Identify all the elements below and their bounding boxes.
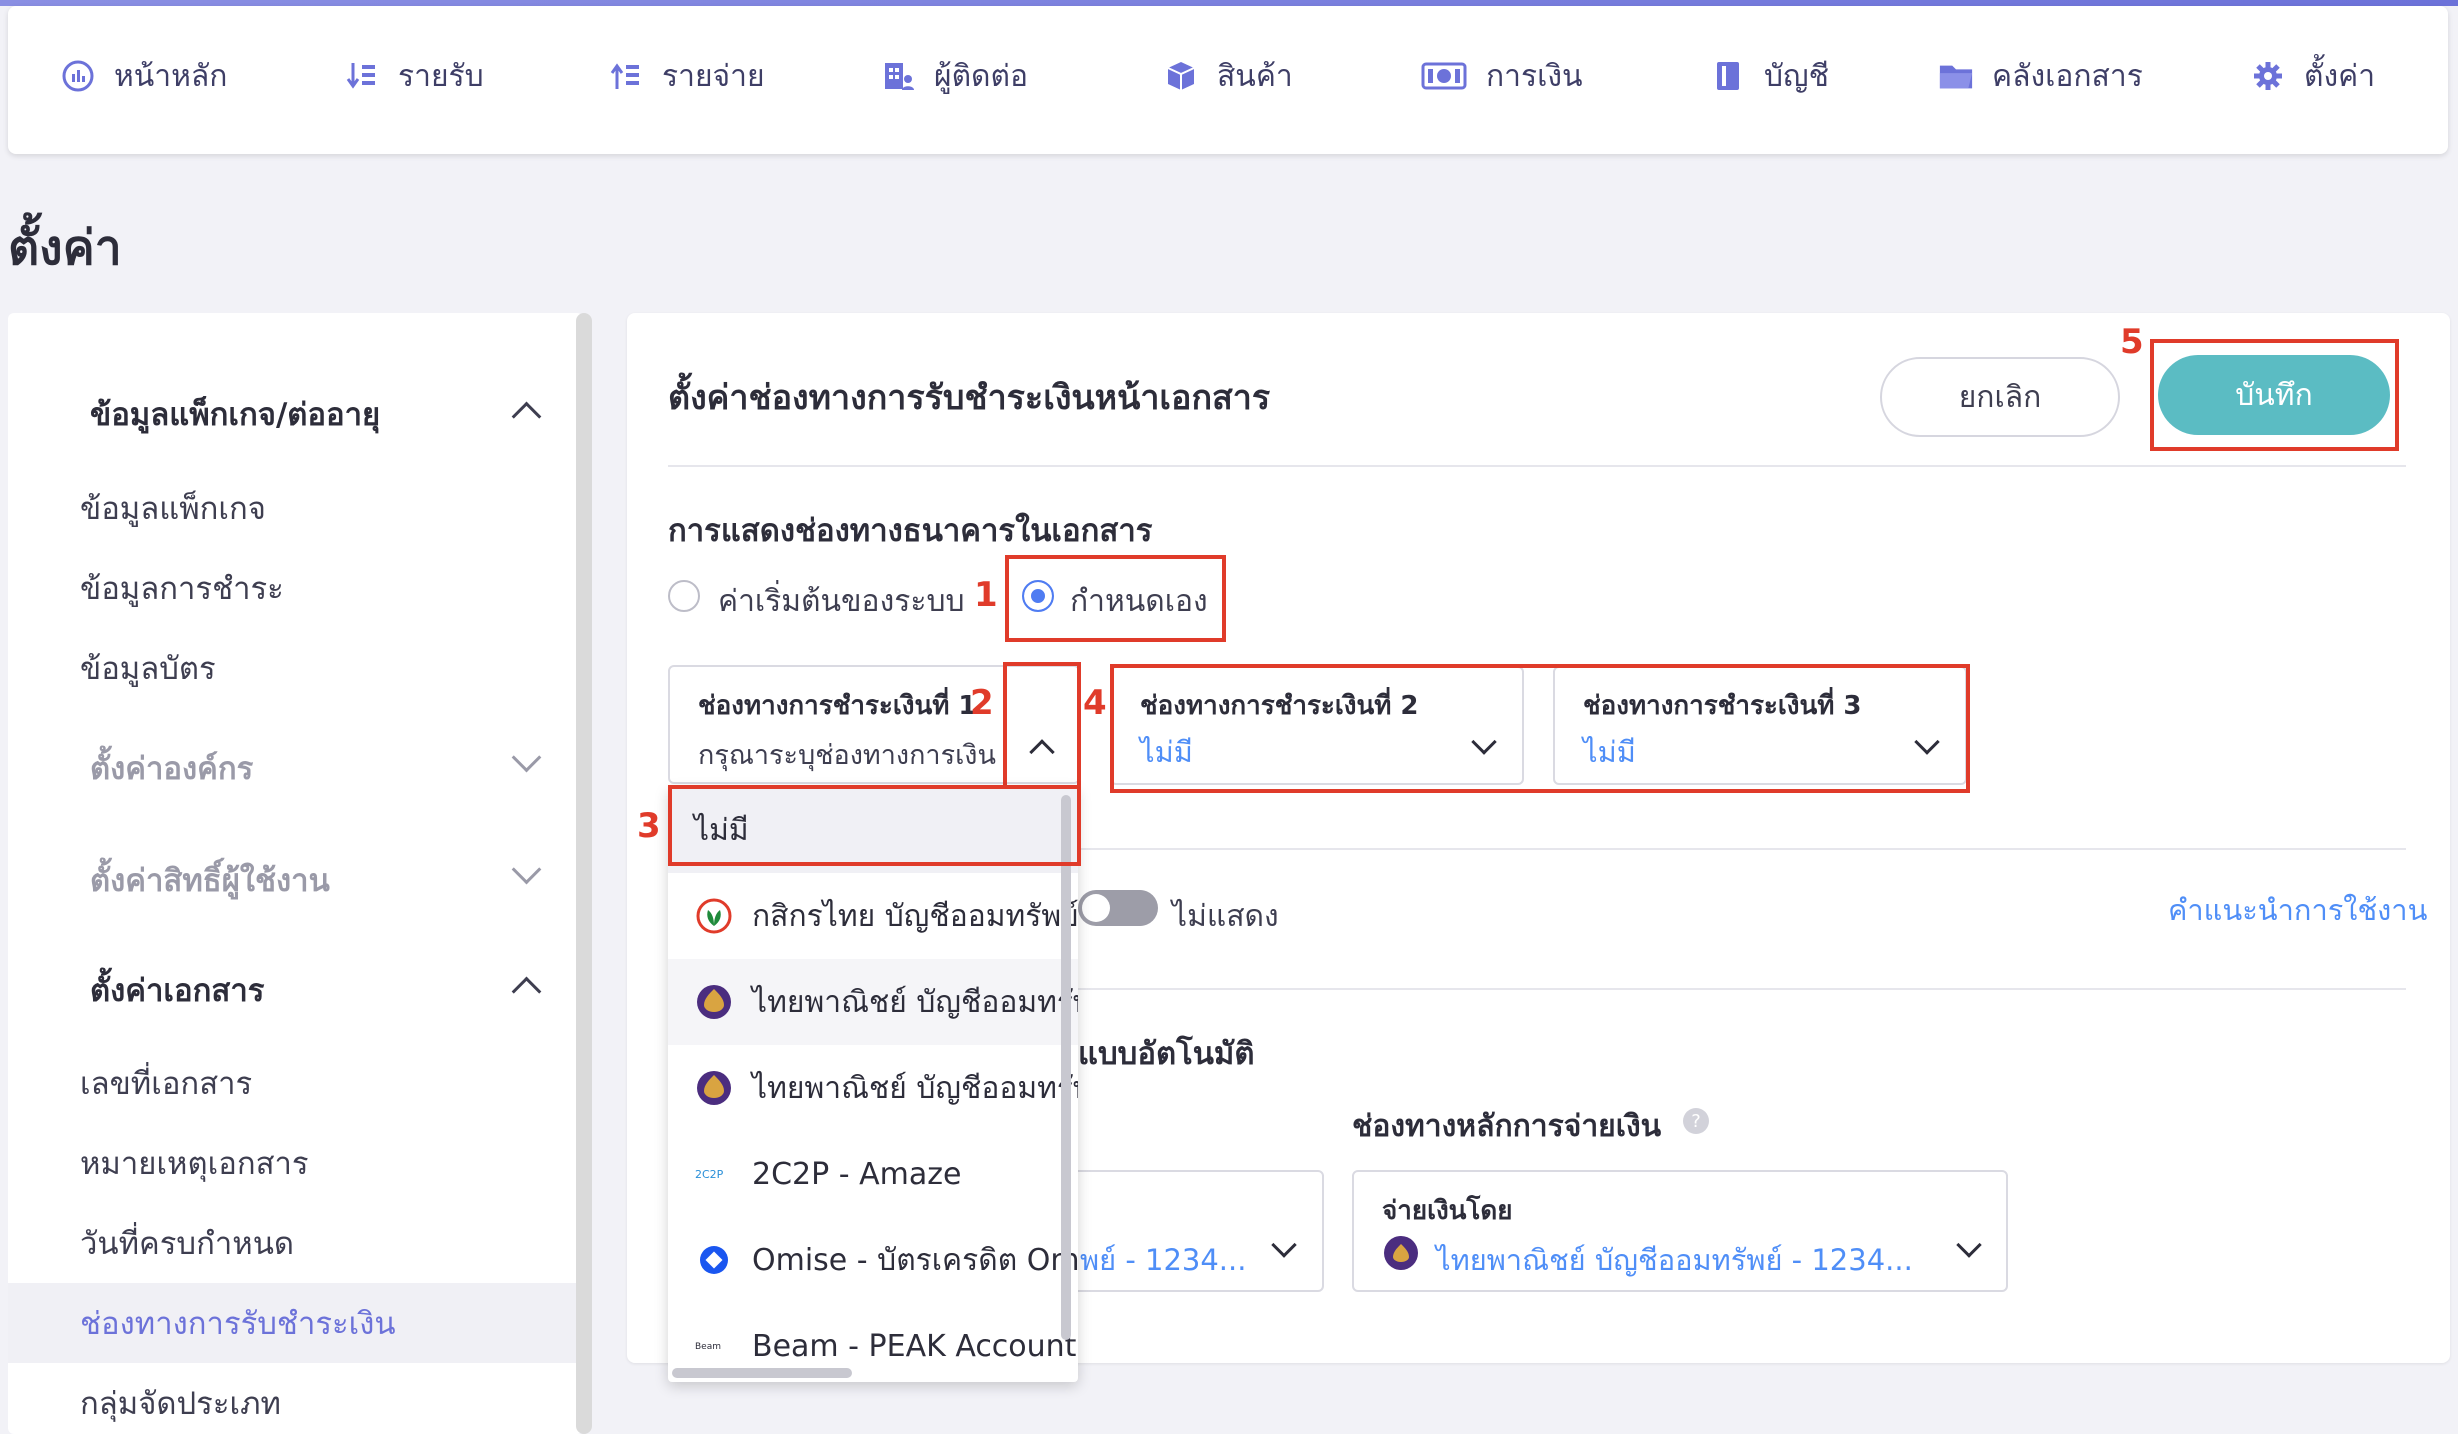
sidebar-item-due-date[interactable]: วันที่ครบกำหนด: [80, 1218, 294, 1268]
sidebar-item-payment-info[interactable]: ข้อมูลการชำระ: [80, 563, 284, 613]
dropdown-option[interactable]: 2C2P 2C2P - Amaze: [668, 1131, 1078, 1217]
nav-label: หน้าหลัก: [114, 58, 228, 94]
radio-custom[interactable]: [1022, 580, 1054, 612]
annotation-number-2: 2: [970, 683, 994, 723]
sidebar-section-organization[interactable]: ตั้งค่าองค์กร: [90, 743, 253, 793]
pay-by-label: จ่ายเงินโดย: [1382, 1196, 1513, 1226]
scb-logo-icon: [694, 982, 734, 1022]
nav-label: คลังเอกสาร: [1992, 58, 2143, 94]
option-label: ไทยพาณิชย์ บัญชีออมทรัพย์: [752, 1070, 1078, 1106]
contacts-icon: [880, 58, 916, 94]
dropdown-scrollbar[interactable]: [1061, 795, 1071, 1340]
annotation-number-4: 4: [1083, 683, 1107, 723]
beam-logo-icon: Beam: [694, 1326, 734, 1366]
chevron-down-icon[interactable]: [511, 742, 542, 773]
scb-logo-icon: [694, 1068, 734, 1108]
cancel-button[interactable]: ยกเลิก: [1880, 357, 2120, 437]
radio-default-label: ค่าเริ่มต้นของระบบ: [718, 584, 965, 619]
nav-item-expense[interactable]: รายจ่าย: [608, 48, 765, 104]
sidebar-scrollbar[interactable]: [576, 313, 592, 1434]
annotation-box-3: [668, 785, 1081, 866]
nav-item-contacts[interactable]: ผู้ติดต่อ: [880, 48, 1028, 104]
dropdown-option[interactable]: กสิกรไทย บัญชีออมทรัพย์: [668, 873, 1078, 959]
nav-label: รายจ่าย: [662, 58, 765, 94]
panel-title: ตั้งค่าช่องทางการรับชำระเงินหน้าเอกสาร: [668, 378, 1271, 418]
dropdown-option[interactable]: ไทยพาณิชย์ บัญชีออมทรัพย์: [668, 1045, 1078, 1131]
nav-item-finance[interactable]: การเงิน: [1420, 48, 1583, 104]
nav-label: ผู้ติดต่อ: [934, 58, 1029, 94]
main-pay-channel-label: ช่องทางหลักการจ่ายเงิน: [1352, 1109, 1662, 1144]
divider: [1078, 848, 2406, 850]
sidebar-section-documents[interactable]: ตั้งค่าเอกสาร: [90, 965, 264, 1015]
dropdown-horizontal-scrollbar[interactable]: [672, 1368, 852, 1378]
folder-icon: [1938, 58, 1974, 94]
annotation-box-4: [1110, 664, 1970, 793]
dashboard-icon: [60, 58, 96, 94]
help-circle-icon[interactable]: ?: [1683, 1108, 1709, 1134]
divider: [668, 465, 2406, 467]
omise-logo-icon: [694, 1240, 734, 1280]
sidebar-section-permissions[interactable]: ตั้งค่าสิทธิ์ผู้ใช้งาน: [90, 855, 330, 905]
auto-section-title: แบบอัตโนมัติ: [1078, 1036, 1255, 1072]
option-label: Omise - บัตรเครดิต Omise: [752, 1242, 1078, 1278]
toggle-label: ไม่แสดง: [1172, 899, 1279, 934]
chevron-up-icon[interactable]: [511, 976, 542, 1007]
option-label: 2C2P - Amaze: [752, 1156, 962, 1192]
dropdown-option[interactable]: ไทยพาณิชย์ บัญชีออมทรัพย์: [668, 959, 1078, 1045]
nav-label: การเงิน: [1486, 58, 1583, 94]
gear-icon: [2250, 58, 2286, 94]
channel-1-value: กรุณาระบุช่องทางการเงิน: [698, 740, 996, 771]
nav-item-home[interactable]: หน้าหลัก: [60, 48, 227, 104]
sidebar-item-category-group[interactable]: กลุ่มจัดประเภท: [80, 1378, 281, 1428]
annotation-number-1: 1: [974, 575, 998, 615]
2c2p-logo-icon: 2C2P: [694, 1154, 734, 1194]
channel-1-dropdown: ไม่มี กสิกรไทย บัญชีออมทรัพย์ ไทยพาณิชย์…: [668, 787, 1078, 1382]
svg-text:2C2P: 2C2P: [695, 1168, 724, 1181]
option-label: กสิกรไทย บัญชีออมทรัพย์: [752, 898, 1078, 934]
pay-by-value: ไทยพาณิชย์ บัญชีออมทรัพย์ - 1234...: [1436, 1243, 1913, 1277]
nav-item-income[interactable]: รายรับ: [344, 48, 484, 104]
income-icon: [344, 58, 380, 94]
toggle-knob: [1082, 894, 1110, 922]
product-box-icon: [1163, 58, 1199, 94]
chevron-up-icon[interactable]: [511, 401, 542, 432]
annotation-number-3: 3: [637, 806, 661, 846]
bank-display-title: การแสดงช่องทางธนาคารในเอกสาร: [668, 513, 1153, 549]
channel-1-label: ช่องทางการชำระเงินที่ 1: [698, 691, 977, 721]
annotation-number-5: 5: [2120, 322, 2144, 362]
expense-icon: [608, 58, 644, 94]
page-title: ตั้งค่า: [8, 220, 122, 276]
dropdown-option[interactable]: Omise - บัตรเครดิต Omise: [668, 1217, 1078, 1303]
nav-label: บัญชี: [1764, 58, 1829, 94]
nav-item-settings[interactable]: ตั้งค่า: [2250, 48, 2375, 104]
option-label: ไทยพาณิชย์ บัญชีออมทรัพย์: [752, 984, 1078, 1020]
nav-label: ตั้งค่า: [2304, 58, 2376, 94]
sidebar-section-package[interactable]: ข้อมูลแพ็กเกจ/ต่ออายุ: [90, 389, 380, 439]
nav-label: รายรับ: [398, 58, 484, 94]
sidebar-item-card-info[interactable]: ข้อมูลบัตร: [80, 643, 216, 693]
scb-logo-icon: [1384, 1236, 1418, 1270]
help-link[interactable]: คำแนะนำการใช้งาน: [2168, 887, 2427, 933]
money-icon: [1420, 58, 1468, 94]
sidebar-item-doc-number[interactable]: เลขที่เอกสาร: [80, 1058, 252, 1108]
sidebar-item-doc-remark[interactable]: หมายเหตุเอกสาร: [80, 1138, 309, 1188]
nav-item-documents[interactable]: คลังเอกสาร: [1938, 48, 2143, 104]
radio-custom-label: กำหนดเอง: [1070, 584, 1208, 619]
radio-default[interactable]: [668, 580, 700, 612]
nav-item-products[interactable]: สินค้า: [1163, 48, 1293, 104]
settings-sidebar: ข้อมูลแพ็กเกจ/ต่ออายุ ข้อมูลแพ็กเกจ ข้อม…: [8, 313, 583, 1434]
ledger-book-icon: [1710, 58, 1746, 94]
sidebar-item-package-info[interactable]: ข้อมูลแพ็กเกจ: [80, 483, 266, 533]
nav-item-accounting[interactable]: บัญชี: [1710, 48, 1829, 104]
nav-label: สินค้า: [1217, 58, 1293, 94]
annotation-box-5: [2150, 339, 2399, 451]
chevron-down-icon[interactable]: [511, 854, 542, 885]
svg-text:Beam: Beam: [695, 1342, 721, 1352]
divider: [1078, 988, 2406, 990]
kbank-logo-icon: [694, 896, 734, 936]
option-label: Beam - PEAK Account: [752, 1328, 1077, 1364]
sidebar-item-payment-channels[interactable]: ช่องทางการรับชำระเงิน: [80, 1298, 396, 1348]
annotation-box-2: [1003, 662, 1081, 790]
auto-channel-value: พย์ - 1234...: [1080, 1243, 1247, 1277]
